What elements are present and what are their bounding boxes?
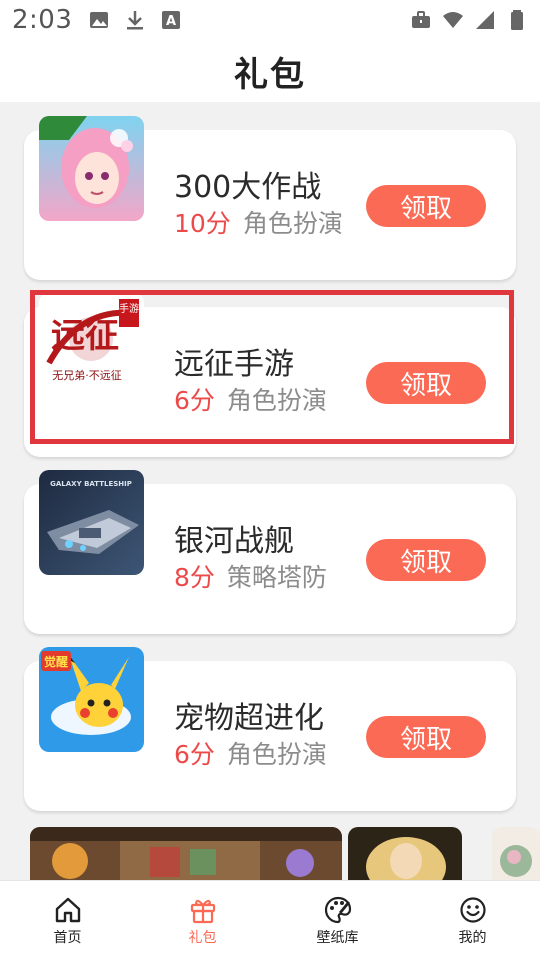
- game-name: 宠物超进化: [174, 701, 324, 736]
- claim-button[interactable]: 领取: [366, 716, 486, 758]
- game-genre: 角色扮演: [226, 386, 327, 415]
- game-name: 300大作战: [174, 170, 322, 205]
- claim-button[interactable]: 领取: [366, 185, 486, 227]
- nav-profile[interactable]: 我的: [405, 881, 540, 960]
- battery-icon: [511, 10, 523, 30]
- nav-home[interactable]: 首页: [0, 881, 135, 960]
- status-time: 2:03: [12, 5, 73, 35]
- svg-text:远征: 远征: [51, 316, 119, 356]
- yuanzheng-logo-icon: 远征 手游 无兄弟·不远征: [39, 293, 144, 398]
- game-card-yuanzheng[interactable]: 远征 手游 无兄弟·不远征 远征手游 6分 角色扮演 领取: [24, 293, 516, 457]
- banner-image-art[interactable]: [348, 827, 462, 880]
- game-card-300[interactable]: 300大作战 10分 角色扮演 领取: [24, 116, 516, 280]
- spaceship-game-icon: GALAXY BATTLESHIP: [39, 470, 144, 575]
- game-genre: 角色扮演: [226, 740, 327, 769]
- game-name: 银河战舰: [174, 524, 294, 559]
- nav-label: 礼包: [188, 929, 217, 946]
- banner-image-game[interactable]: [30, 827, 342, 880]
- game-card-galaxy[interactable]: GALAXY BATTLESHIP 银河战舰 8分 策略塔防 领取: [24, 470, 516, 634]
- anime-girl-game-icon: [39, 116, 144, 221]
- download-icon: [127, 11, 144, 30]
- a-box-icon: A: [162, 11, 181, 29]
- briefcase-icon: [412, 11, 430, 28]
- home-icon: [55, 897, 80, 922]
- page-header: 礼包: [0, 40, 540, 102]
- claim-button[interactable]: 领取: [366, 362, 486, 404]
- game-name: 远征手游: [174, 347, 294, 382]
- game-score: 6分: [174, 740, 215, 769]
- banner-strip[interactable]: [0, 827, 540, 880]
- nav-label: 首页: [53, 929, 82, 946]
- page-title: 礼包: [234, 54, 306, 95]
- svg-text:觉醒: 觉醒: [44, 654, 68, 669]
- game-meta: 10分 角色扮演: [174, 204, 343, 240]
- game-card-pet[interactable]: 觉醒 宠物超进化 6分 角色扮演 领取: [24, 647, 516, 811]
- svg-text:手游: 手游: [119, 302, 139, 315]
- game-genre: 策略塔防: [226, 563, 327, 592]
- game-score: 6分: [174, 386, 215, 415]
- game-meta: 8分 策略塔防: [174, 558, 327, 594]
- bottom-nav: 首页 礼包 壁纸库 我的: [0, 880, 540, 960]
- nav-wallpaper[interactable]: 壁纸库: [270, 881, 405, 960]
- svg-text:GALAXY BATTLESHIP: GALAXY BATTLESHIP: [50, 480, 132, 488]
- nav-label: 我的: [458, 929, 487, 946]
- game-score: 8分: [174, 563, 215, 592]
- palette-icon: [324, 896, 351, 923]
- status-bar: 2:03 A: [0, 0, 540, 40]
- gift-list[interactable]: 300大作战 10分 角色扮演 领取 远征 手游 无兄弟·不远征 远征手游 6分角…: [0, 102, 540, 880]
- signal-icon: [476, 11, 494, 29]
- smiley-icon: [459, 896, 486, 923]
- image-icon: [90, 12, 109, 28]
- claim-button[interactable]: 领取: [366, 539, 486, 581]
- gift-icon: [190, 899, 215, 923]
- nav-label: 壁纸库: [316, 929, 359, 946]
- banner-image-flower[interactable]: [492, 827, 540, 880]
- pikachu-game-icon: 觉醒: [39, 647, 144, 752]
- wifi-icon: [443, 12, 463, 28]
- svg-text:A: A: [166, 14, 176, 29]
- game-score: 10分: [174, 209, 231, 238]
- svg-text:无兄弟·不远征: 无兄弟·不远征: [52, 369, 122, 382]
- game-meta: 6分 角色扮演: [174, 381, 327, 417]
- game-meta: 6分 角色扮演: [174, 735, 327, 771]
- nav-gift[interactable]: 礼包: [135, 881, 270, 960]
- game-genre: 角色扮演: [242, 209, 343, 238]
